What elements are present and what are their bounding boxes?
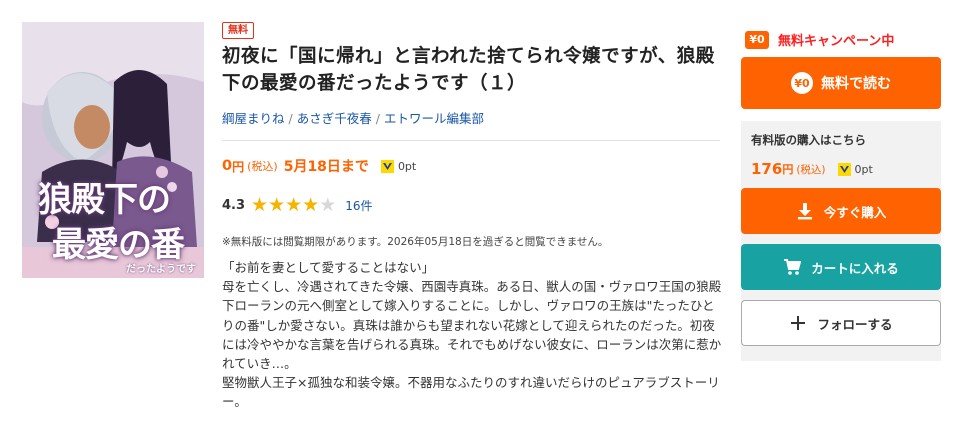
paid-price-row: 176 円 (税込) 0pt <box>751 160 873 178</box>
paid-tax-label: (税込) <box>796 163 826 176</box>
book-cover-image[interactable]: 狼殿下の 最愛の番 だったようです <box>22 22 204 278</box>
free-price-row: 0 円 (税込) 5月18日まで 0pt <box>222 156 416 176</box>
buy-now-label: 今すぐ購入 <box>823 204 887 220</box>
rating-row: 4.3 ★ ★ ★ ★ ★ 16件 <box>222 196 373 215</box>
star-icon: ★ <box>302 194 320 216</box>
free-read-button[interactable]: ¥0 無料で読む <box>741 57 941 109</box>
star-icon: ★ <box>251 194 269 216</box>
star-icon: ★ <box>268 194 286 216</box>
book-description: 「お前を妻として愛することはない」 母を亡くし、冷遇されてきた令嬢、西園寺真珠。… <box>222 260 722 410</box>
paid-section-label: 有料版の購入はこちら <box>751 133 866 147</box>
add-to-cart-label: カートに入れる <box>811 260 899 276</box>
campaign-banner: ¥0 無料キャンペーン中 <box>745 30 894 49</box>
star-empty-icon: ★ <box>319 194 337 216</box>
paid-price: 176 <box>751 160 783 178</box>
rating-value: 4.3 <box>222 198 246 213</box>
author-link-illustrator[interactable]: 綱屋まりね <box>222 111 285 126</box>
author-separator: / <box>288 111 293 126</box>
plus-icon <box>791 316 806 330</box>
tax-label: (税込) <box>247 160 278 173</box>
free-points: 0pt <box>397 159 417 173</box>
author-link-publisher[interactable]: エトワール編集部 <box>384 111 484 126</box>
download-icon <box>797 203 812 220</box>
cover-series-title <box>30 26 200 56</box>
author-separator: / <box>375 111 380 126</box>
divider <box>222 140 720 141</box>
star-icon: ★ <box>285 194 303 216</box>
yen-zero-badge: ¥0 <box>745 30 769 49</box>
price-yen-unit: 円 <box>232 159 245 174</box>
free-read-label: 無料で読む <box>821 76 891 92</box>
campaign-text: 無料キャンペーン中 <box>778 34 895 49</box>
follow-label: フォローする <box>817 316 893 332</box>
review-count-link[interactable]: 16件 <box>345 197 372 214</box>
yen-zero-icon: ¥0 <box>791 72 813 94</box>
buy-now-button[interactable]: 今すぐ購入 <box>741 188 941 234</box>
cover-subtitle: だったようです <box>126 264 196 275</box>
cart-icon <box>784 259 802 275</box>
follow-button[interactable]: フォローする <box>741 300 941 346</box>
points-icon <box>837 162 851 176</box>
free-badge: 無料 <box>222 22 254 39</box>
paid-points: 0pt <box>854 162 873 176</box>
cover-title-line2: 最愛の番 <box>52 225 185 265</box>
free-price: 0 <box>222 158 233 174</box>
free-expiry-note: ※無料版には閲覧期限があります。2026年05月18日を過ぎると閲覧できません。 <box>222 236 609 248</box>
points-icon <box>380 159 394 173</box>
book-title: 初夜に「国に帰れ」と言われた捨てられ令嬢ですが、狼殿下の最愛の番だったようです（… <box>222 46 715 94</box>
author-list: 綱屋まりね / あさぎ千夜春 / エトワール編集部 <box>222 108 484 127</box>
paid-yen-unit: 円 <box>782 163 794 176</box>
add-to-cart-button[interactable]: カートに入れる <box>741 244 941 290</box>
author-link-writer[interactable]: あさぎ千夜春 <box>297 111 372 126</box>
cover-title-line1: 狼殿下の <box>38 180 171 220</box>
free-until-date: 5月18日まで <box>283 159 369 175</box>
